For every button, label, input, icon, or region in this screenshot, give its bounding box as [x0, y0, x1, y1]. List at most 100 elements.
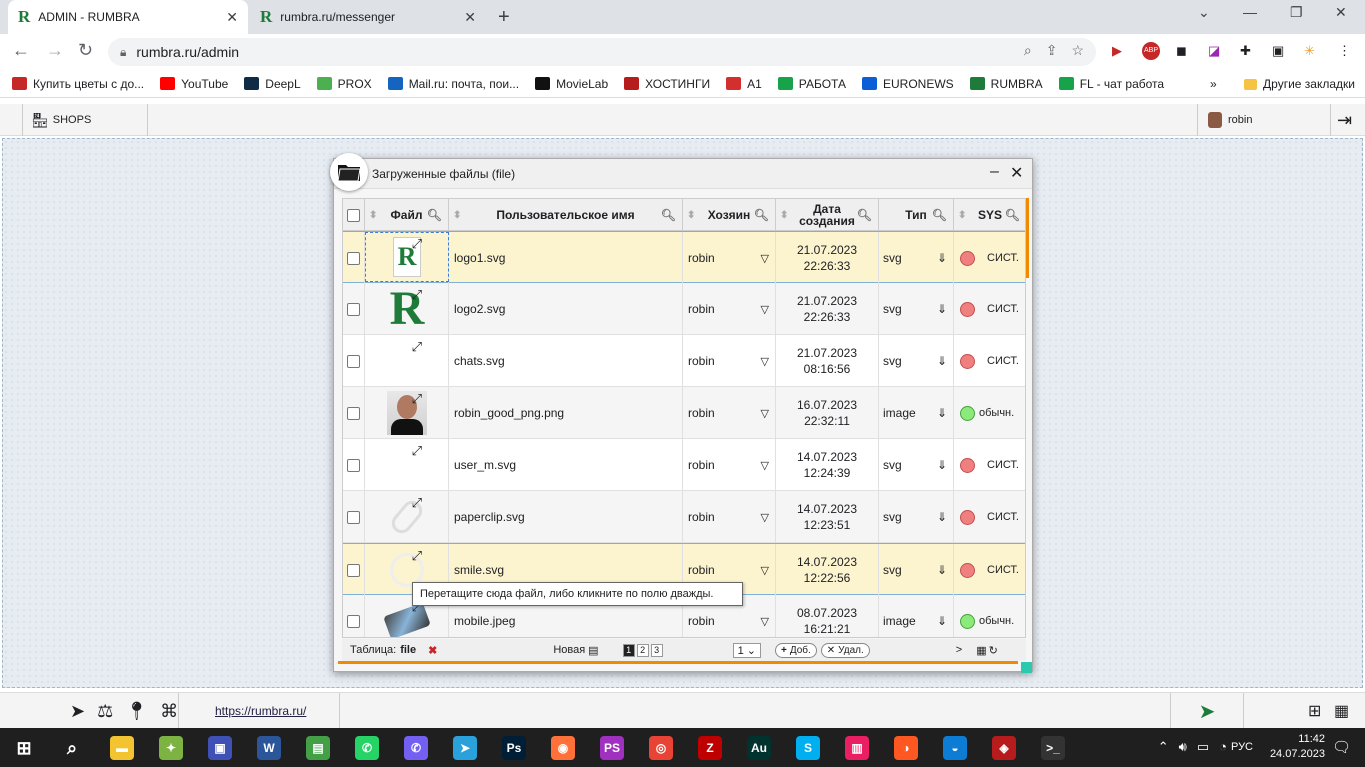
file-preview-cell[interactable]: R ⤢: [365, 232, 449, 284]
terminal-icon[interactable]: >_: [1041, 736, 1065, 760]
table-row[interactable]: R ⤢ logo2.svg robin ▽ 21.07.2023 22:26:33 svg ⇓ С…: [343, 283, 1025, 335]
expand-icon[interactable]: ⤢: [412, 548, 422, 564]
command-icon[interactable]: ⌘: [160, 701, 178, 722]
bookmark-item[interactable]: ХОСТИНГИ: [624, 77, 710, 91]
word-icon[interactable]: W: [257, 736, 281, 760]
column-created[interactable]: ⬍ Дата создания 🔍︎: [776, 199, 879, 231]
custom-name-cell[interactable]: robin_good_png.png: [449, 387, 683, 439]
file-thumbnail[interactable]: [385, 339, 429, 383]
page-select[interactable]: 1 ⌄: [732, 642, 761, 658]
table-row[interactable]: ⤢ chats.svg robin ▽ 21.07.2023 08:16:56 svg ⇓ СИ…: [343, 335, 1025, 387]
whatsapp-icon[interactable]: ✆: [355, 736, 379, 760]
tab-messenger[interactable]: R rumbra.ru/messenger ✕: [250, 0, 486, 34]
other-bookmarks-folder[interactable]: Другие закладки: [1244, 77, 1355, 91]
scrollbar[interactable]: [1026, 198, 1029, 278]
logout-icon[interactable]: ⇥: [1337, 110, 1352, 131]
dropdown-triangle-icon[interactable]: ▽: [761, 564, 769, 577]
app-circle-icon[interactable]: ◑: [894, 736, 918, 760]
forward-icon[interactable]: →: [46, 40, 64, 61]
download-arrow-icon[interactable]: ⇓: [937, 614, 947, 628]
expand-icon[interactable]: ⤢: [412, 443, 422, 459]
expand-icon[interactable]: ⤢: [412, 339, 422, 355]
pin-icon[interactable]: 📍︎: [125, 701, 148, 722]
new-button[interactable]: Новая: [553, 644, 585, 656]
download-arrow-icon[interactable]: ⇓: [937, 563, 947, 577]
custom-name-cell[interactable]: paperclip.svg: [449, 491, 683, 543]
download-arrow-icon[interactable]: ⇓: [937, 458, 947, 472]
close-tab-icon[interactable]: ✕: [226, 9, 238, 26]
search-icon[interactable]: 🔍︎: [857, 208, 872, 222]
column-file[interactable]: ⬍ Файл 🔍︎: [365, 199, 449, 231]
search-icon[interactable]: 🔍︎: [661, 208, 676, 222]
extension-purple-icon[interactable]: ◪: [1208, 43, 1220, 59]
notifications-icon[interactable]: 🗨︎: [1332, 738, 1351, 756]
clock[interactable]: 11:42 24.07.2023: [1270, 732, 1325, 762]
dropdown-triangle-icon[interactable]: ▽: [761, 252, 769, 265]
back-icon[interactable]: ←: [12, 40, 30, 61]
bookmark-item[interactable]: RUMBRA: [969, 77, 1043, 91]
minimize-icon[interactable]: —: [1243, 4, 1257, 20]
scales-icon[interactable]: ⚖: [97, 701, 113, 722]
file-thumbnail[interactable]: R: [385, 285, 429, 333]
extension-dark-icon[interactable]: ◼: [1176, 43, 1187, 59]
grid-icon[interactable]: ▦: [1334, 701, 1349, 721]
row-checkbox[interactable]: [347, 251, 360, 265]
row-checkbox[interactable]: [347, 406, 360, 420]
skype-icon[interactable]: S: [796, 736, 820, 760]
firefox-icon[interactable]: ◉: [551, 736, 575, 760]
chevron-up-icon[interactable]: ⌃: [1158, 739, 1169, 755]
page-3[interactable]: 3: [650, 643, 663, 657]
expand-icon[interactable]: ⤢: [412, 287, 422, 303]
file-preview-cell[interactable]: R ⤢: [365, 283, 449, 335]
extensions-puzzle-icon[interactable]: ✚: [1240, 43, 1251, 59]
send-icon[interactable]: ➤: [70, 701, 85, 722]
column-custom-name[interactable]: ⬍ Пользовательское имя 🔍︎: [449, 199, 683, 231]
select-all-checkbox[interactable]: [347, 208, 360, 222]
profile-icon[interactable]: ✳: [1304, 43, 1315, 59]
file-thumbnail[interactable]: [385, 443, 429, 487]
owner-cell[interactable]: robin ▽: [683, 387, 776, 439]
search-icon[interactable]: 🔍︎: [754, 208, 769, 222]
side-panel-icon[interactable]: ▣: [1272, 43, 1284, 59]
bookmark-item[interactable]: PROX: [316, 77, 372, 91]
photoshop-icon[interactable]: Ps: [502, 736, 526, 760]
phpstorm-icon[interactable]: PS: [600, 736, 624, 760]
bookmark-star-icon[interactable]: ☆: [1071, 42, 1084, 59]
clear-table-icon[interactable]: ✖: [428, 644, 437, 657]
owner-cell[interactable]: robin ▽: [683, 491, 776, 543]
expand-icon[interactable]: ⤢: [412, 236, 422, 252]
file-explorer-icon[interactable]: ▬: [110, 736, 134, 760]
row-checkbox[interactable]: [347, 563, 360, 577]
owner-cell[interactable]: robin ▽: [683, 335, 776, 387]
search-icon[interactable]: 🔍︎: [932, 208, 947, 222]
bookmark-item[interactable]: A1: [726, 77, 762, 91]
file-thumbnail[interactable]: R: [365, 232, 449, 282]
new-tab-icon[interactable]: +: [498, 6, 510, 29]
app-green-icon[interactable]: ▤: [306, 736, 330, 760]
windows-start-icon[interactable]: ⊞: [12, 736, 36, 760]
language-indicator[interactable]: РУС: [1231, 741, 1253, 753]
minimize-window-icon[interactable]: ‒: [990, 163, 999, 181]
bookmark-item[interactable]: DeepL: [244, 77, 301, 91]
file-preview-cell[interactable]: ⤢: [365, 439, 449, 491]
chrome-icon[interactable]: ◎: [649, 736, 673, 760]
custom-name-cell[interactable]: logo1.svg: [449, 232, 683, 284]
shops-button[interactable]: 🏪︎ SHOPS: [22, 104, 148, 136]
refresh-icon[interactable]: ↻: [989, 644, 998, 657]
restore-icon[interactable]: ❐: [1290, 4, 1303, 21]
close-window-icon[interactable]: ✕: [1010, 163, 1023, 183]
table-row[interactable]: ⤢ robin_good_png.png robin ▽ 16.07.2023 22:32…: [343, 387, 1025, 439]
dropdown-triangle-icon[interactable]: ▽: [761, 303, 769, 316]
expand-icon[interactable]: ⤢: [412, 495, 422, 511]
sort-icon[interactable]: ⬍: [369, 210, 377, 221]
filezilla-icon[interactable]: Z: [698, 736, 722, 760]
owner-cell[interactable]: robin ▽: [683, 283, 776, 335]
row-checkbox[interactable]: [347, 614, 360, 628]
app-red-icon[interactable]: ◈: [992, 736, 1016, 760]
page-1[interactable]: 1: [622, 643, 635, 657]
search-icon[interactable]: 🔍︎: [1005, 208, 1020, 222]
table-row[interactable]: ⤢ user_m.svg robin ▽ 14.07.2023 12:24:39 svg ⇓ С…: [343, 439, 1025, 491]
custom-name-cell[interactable]: user_m.svg: [449, 439, 683, 491]
share-icon[interactable]: ⇪: [1046, 42, 1058, 59]
file-thumbnail[interactable]: [385, 391, 429, 435]
